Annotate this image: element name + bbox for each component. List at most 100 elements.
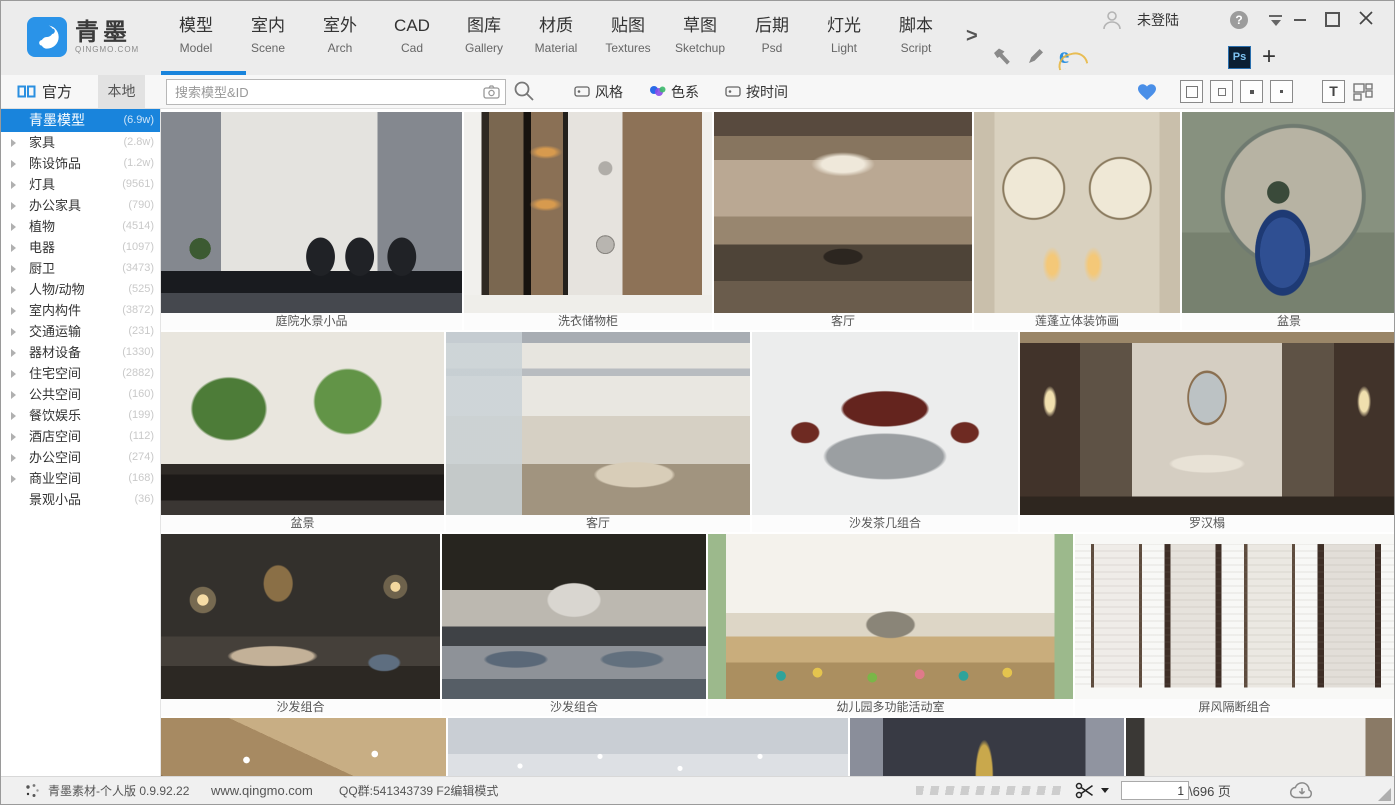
search-input[interactable] — [167, 80, 480, 104]
sidebar-item-kitchen-bath[interactable]: 厨卫(3473) — [1, 258, 160, 279]
model-card[interactable]: 客厅 — [714, 112, 972, 330]
filter-style[interactable]: 风格 — [574, 82, 623, 102]
model-card[interactable] — [161, 718, 446, 777]
model-thumbnail[interactable] — [752, 332, 1018, 515]
expand-arrow-icon[interactable] — [11, 181, 16, 189]
expand-arrow-icon[interactable] — [11, 202, 16, 210]
sidebar-item-residential-space[interactable]: 住宅空间(2882) — [1, 363, 160, 384]
sidebar-item-transport[interactable]: 交通运输(231) — [1, 321, 160, 342]
model-card[interactable]: 庭院水景小品 — [161, 112, 462, 330]
tab-arch[interactable]: 室外Arch — [304, 13, 376, 75]
model-card[interactable]: 罗汉榻 — [1020, 332, 1394, 532]
tab-light[interactable]: 灯光Light — [808, 13, 880, 75]
help-icon[interactable] — [1230, 11, 1248, 29]
pen-icon[interactable] — [1027, 47, 1045, 65]
tab-gallery[interactable]: 图库Gallery — [448, 13, 520, 75]
sidebar-item-equipment[interactable]: 器材设备(1330) — [1, 342, 160, 363]
expand-arrow-icon[interactable] — [11, 223, 16, 231]
snip-tool-icon[interactable] — [1075, 777, 1094, 804]
thumb-size-m-button[interactable] — [1240, 80, 1263, 103]
expand-arrow-icon[interactable] — [11, 454, 16, 462]
add-tool-icon[interactable] — [1262, 43, 1276, 71]
model-card[interactable]: 莲蓬立体装饰画 — [974, 112, 1180, 330]
model-card[interactable]: 洗衣储物柜 — [464, 112, 712, 330]
nav-overflow-arrow[interactable]: > — [966, 25, 978, 48]
website-link[interactable]: www.qingmo.com — [211, 777, 313, 804]
resize-grip[interactable] — [1378, 788, 1391, 801]
sidebar-item-hotel-space[interactable]: 酒店空间(112) — [1, 426, 160, 447]
expand-arrow-icon[interactable] — [11, 307, 16, 315]
sidebar-item-lighting[interactable]: 灯具(9561) — [1, 174, 160, 195]
thumb-size-xl-button[interactable] — [1180, 80, 1203, 103]
model-thumbnail[interactable] — [161, 534, 440, 699]
download-cloud-icon[interactable] — [1289, 777, 1315, 804]
page-input[interactable] — [1121, 781, 1189, 800]
model-thumbnail[interactable] — [464, 112, 712, 313]
expand-arrow-icon[interactable] — [11, 328, 16, 336]
tab-material[interactable]: 材质Material — [520, 13, 592, 75]
ie-browser-icon[interactable] — [1059, 43, 1083, 67]
model-thumbnail[interactable] — [850, 718, 1124, 777]
maximize-button[interactable] — [1325, 12, 1340, 27]
model-thumbnail[interactable] — [161, 718, 446, 777]
model-card[interactable]: 沙发组合 — [442, 534, 706, 716]
thumb-size-l-button[interactable] — [1210, 80, 1233, 103]
source-tab-local[interactable]: 本地 — [98, 75, 145, 108]
sidebar-item-people-animals[interactable]: 人物/动物(525) — [1, 279, 160, 300]
user-icon[interactable] — [1101, 9, 1123, 31]
minimize-button[interactable] — [1294, 19, 1306, 21]
model-thumbnail[interactable] — [446, 332, 750, 515]
model-card[interactable]: 盆景 — [161, 332, 444, 532]
photoshop-icon[interactable]: Ps — [1228, 46, 1251, 69]
sidebar-item-dining-entertainment[interactable]: 餐饮娱乐(199) — [1, 405, 160, 426]
model-thumbnail[interactable] — [714, 112, 972, 313]
tab-psd[interactable]: 后期Psd — [736, 13, 808, 75]
sidebar-item-furniture[interactable]: 家具(2.8w) — [1, 132, 160, 153]
model-card[interactable]: 客厅 — [446, 332, 750, 532]
close-button[interactable] — [1358, 10, 1374, 26]
model-thumbnail[interactable] — [974, 112, 1180, 313]
image-search-camera-icon[interactable] — [483, 85, 500, 99]
model-card[interactable] — [1126, 718, 1392, 777]
expand-arrow-icon[interactable] — [11, 139, 16, 147]
expand-arrow-icon[interactable] — [11, 391, 16, 399]
snip-dropdown-icon[interactable] — [1101, 777, 1109, 804]
expand-arrow-icon[interactable] — [11, 244, 16, 252]
expand-arrow-icon[interactable] — [11, 433, 16, 441]
toggle-captions-button[interactable] — [1322, 80, 1345, 103]
model-card[interactable]: 沙发茶几组合 — [752, 332, 1018, 532]
model-card[interactable] — [448, 718, 848, 777]
expand-arrow-icon[interactable] — [11, 286, 16, 294]
menu-dropdown-icon[interactable] — [1269, 15, 1282, 26]
model-card[interactable]: 沙发组合 — [161, 534, 440, 716]
login-status[interactable]: 未登陆 — [1137, 10, 1179, 30]
model-card[interactable] — [850, 718, 1124, 777]
model-thumbnail[interactable] — [448, 718, 848, 777]
layout-grid-icon[interactable] — [1352, 82, 1374, 102]
tab-textures[interactable]: 贴图Textures — [592, 13, 664, 75]
model-thumbnail[interactable] — [1182, 112, 1394, 313]
model-thumbnail[interactable] — [161, 112, 462, 313]
tab-cad[interactable]: CADCad — [376, 13, 448, 75]
sidebar-item-public-space[interactable]: 公共空间(160) — [1, 384, 160, 405]
tab-scene[interactable]: 室内Scene — [232, 13, 304, 75]
sidebar-item-office-furniture[interactable]: 办公家具(790) — [1, 195, 160, 216]
filter-color[interactable]: 色系 — [649, 82, 699, 102]
model-thumbnail[interactable] — [1126, 718, 1392, 777]
sidebar-item-commercial-space[interactable]: 商业空间(168) — [1, 468, 160, 489]
sidebar-item-plants[interactable]: 植物(4514) — [1, 216, 160, 237]
model-thumbnail[interactable] — [442, 534, 706, 699]
model-thumbnail[interactable] — [1020, 332, 1394, 515]
favorites-heart-icon[interactable] — [1136, 82, 1158, 102]
tab-model[interactable]: 模型Model — [160, 13, 232, 75]
filter-time[interactable]: 按时间 — [725, 82, 788, 102]
source-tab-official[interactable]: 官方 — [17, 75, 72, 108]
expand-arrow-icon[interactable] — [11, 412, 16, 420]
model-thumbnail[interactable] — [1075, 534, 1394, 699]
model-thumbnail[interactable] — [708, 534, 1073, 699]
hammer-icon[interactable] — [992, 47, 1011, 66]
search-icon[interactable] — [512, 79, 536, 103]
model-card[interactable]: 屏风隔断组合 — [1075, 534, 1394, 716]
account-area[interactable]: 未登陆 — [1101, 9, 1179, 31]
sidebar-item-decor[interactable]: 陈设饰品(1.2w) — [1, 153, 160, 174]
